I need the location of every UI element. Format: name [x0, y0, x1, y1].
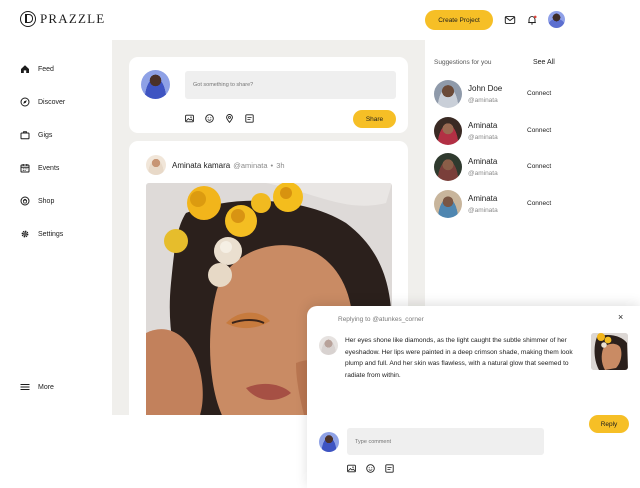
menu-icon — [20, 384, 30, 390]
compass-icon — [20, 97, 30, 107]
avatar — [319, 432, 339, 452]
connect-button[interactable]: Connect — [527, 163, 551, 170]
poll-icon[interactable] — [385, 464, 394, 473]
suggestion-handle: @aminata — [468, 134, 498, 141]
reply-modal: × Replying to @atunkes_corner Her eyes s… — [307, 306, 640, 488]
sidebar-item-gigs[interactable]: Gigs — [20, 130, 52, 140]
logo-mark-icon — [20, 11, 36, 27]
avatar — [319, 336, 338, 355]
reply-text: Her eyes shone like diamonds, as the lig… — [345, 337, 573, 379]
share-input[interactable] — [185, 71, 396, 99]
emoji-icon[interactable] — [205, 114, 214, 123]
bell-icon[interactable] — [525, 13, 539, 27]
comment-tools — [347, 464, 394, 473]
logo[interactable]: PRAZZLE — [20, 11, 105, 27]
suggestion-item: Aminata @aminata Connect — [434, 190, 564, 220]
sidebar-item-shop[interactable]: Shop — [20, 196, 54, 206]
image-icon[interactable] — [185, 114, 194, 123]
suggestion-handle: @aminata — [468, 170, 498, 177]
sidebar-item-label: Shop — [38, 197, 55, 205]
thumbnail-photo — [591, 333, 628, 370]
emoji-icon[interactable] — [366, 464, 375, 473]
sidebar-item-label: Gigs — [38, 131, 53, 139]
app-root: PRAZZLE Create Project Feed Discover Gig… — [0, 0, 640, 488]
briefcase-icon — [20, 131, 30, 140]
sidebar-item-feed[interactable]: Feed — [20, 64, 54, 74]
post-thumbnail[interactable] — [591, 333, 628, 370]
connect-button[interactable]: Connect — [527, 90, 551, 97]
mail-icon[interactable] — [503, 13, 517, 27]
suggestion-item: Aminata @aminata Connect — [434, 153, 564, 183]
logo-text: PRAZZLE — [40, 11, 106, 26]
suggestion-handle: @aminata — [468, 97, 498, 104]
sidebar-item-label: Events — [38, 164, 60, 172]
suggestion-name[interactable]: John Doe — [468, 84, 502, 93]
sidebar-item-more[interactable]: More — [20, 382, 54, 392]
replying-to-label: Replying to @atunkes_corner — [338, 316, 424, 323]
sidebar-item-events[interactable]: Events — [20, 163, 59, 173]
sidebar-item-discover[interactable]: Discover — [20, 97, 65, 107]
avatar[interactable] — [434, 117, 462, 145]
calendar-icon — [20, 164, 30, 173]
post-handle[interactable]: @aminata — [233, 161, 267, 170]
comment-input[interactable] — [347, 428, 544, 455]
location-icon[interactable] — [225, 114, 234, 123]
connect-button[interactable]: Connect — [527, 127, 551, 134]
close-icon[interactable]: × — [618, 312, 623, 322]
create-project-button[interactable]: Create Project — [425, 10, 493, 30]
avatar[interactable] — [146, 155, 166, 175]
poll-icon[interactable] — [245, 114, 254, 123]
profile-avatar[interactable] — [548, 11, 565, 28]
suggestion-name[interactable]: Aminata — [468, 121, 497, 130]
post-time: 3h — [276, 161, 285, 170]
suggestion-item: Aminata @aminata Connect — [434, 117, 564, 147]
avatar — [141, 70, 170, 99]
avatar[interactable] — [434, 190, 462, 218]
shop-icon — [20, 196, 30, 206]
gear-icon — [21, 230, 29, 238]
home-icon — [21, 65, 29, 73]
sidebar-item-label: Discover — [38, 98, 66, 106]
post-meta: Aminata kamara @aminata • 3h — [172, 161, 285, 170]
avatar[interactable] — [434, 153, 462, 181]
sidebar-item-label: Feed — [38, 65, 54, 73]
avatar[interactable] — [434, 80, 462, 108]
sidebar-item-label: More — [38, 383, 54, 391]
suggestion-name[interactable]: Aminata — [468, 157, 497, 166]
composer-tools — [185, 114, 254, 123]
suggestion-handle: @aminata — [468, 207, 498, 214]
post-separator: • — [270, 161, 274, 170]
post-composer: Share — [129, 57, 408, 133]
connect-button[interactable]: Connect — [527, 200, 551, 207]
sidebar-item-settings[interactable]: Settings — [20, 229, 63, 239]
post-author[interactable]: Aminata kamara — [172, 161, 230, 170]
reply-button[interactable]: Reply — [589, 415, 629, 433]
image-icon[interactable] — [347, 464, 356, 473]
suggestion-item: John Doe @aminata Connect — [434, 80, 564, 110]
sidebar-item-label: Settings — [38, 230, 64, 238]
share-button[interactable]: Share — [353, 110, 396, 128]
suggestions-title: Suggestions for you — [434, 59, 492, 66]
suggestion-name[interactable]: Aminata — [468, 194, 497, 203]
see-all-link[interactable]: See All — [533, 59, 555, 66]
